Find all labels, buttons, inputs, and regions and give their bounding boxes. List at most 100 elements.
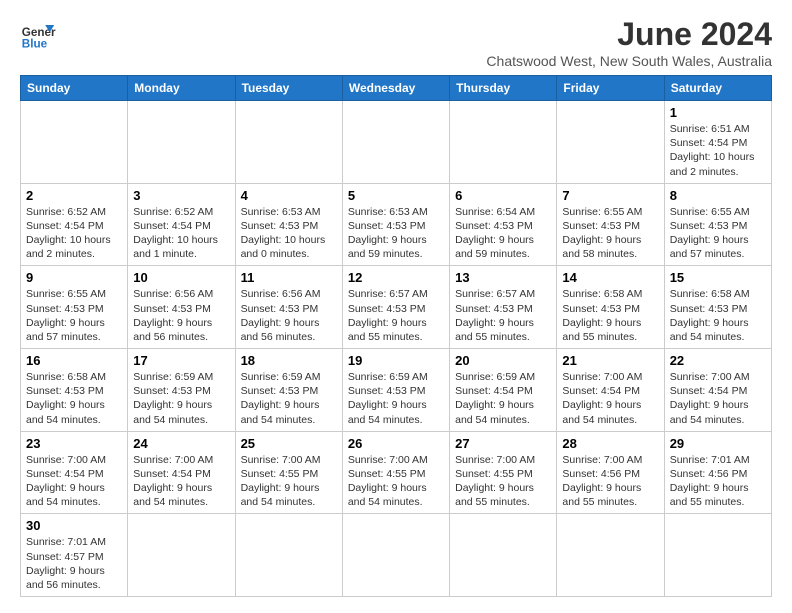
day-number: 16 [26, 353, 122, 368]
weekday-header-thursday: Thursday [450, 76, 557, 101]
day-number: 2 [26, 188, 122, 203]
day-number: 17 [133, 353, 229, 368]
calendar-cell: 7 Sunrise: 6:55 AM Sunset: 4:53 PM Daylig… [557, 183, 664, 266]
day-info: Sunrise: 6:59 AM Sunset: 4:54 PM Dayligh… [455, 370, 551, 427]
calendar-cell: 26 Sunrise: 7:00 AM Sunset: 4:55 PM Dayli… [342, 431, 449, 514]
day-info: Sunrise: 7:00 AM Sunset: 4:56 PM Dayligh… [562, 453, 658, 510]
day-info: Sunrise: 6:54 AM Sunset: 4:53 PM Dayligh… [455, 205, 551, 262]
svg-text:Blue: Blue [22, 38, 48, 51]
day-info: Sunrise: 6:53 AM Sunset: 4:53 PM Dayligh… [348, 205, 444, 262]
day-info: Sunrise: 7:01 AM Sunset: 4:56 PM Dayligh… [670, 453, 766, 510]
day-info: Sunrise: 6:58 AM Sunset: 4:53 PM Dayligh… [26, 370, 122, 427]
weekday-header-wednesday: Wednesday [342, 76, 449, 101]
calendar-cell: 28 Sunrise: 7:00 AM Sunset: 4:56 PM Dayli… [557, 431, 664, 514]
day-number: 28 [562, 436, 658, 451]
day-number: 1 [670, 105, 766, 120]
day-number: 5 [348, 188, 444, 203]
calendar-cell: 25 Sunrise: 7:00 AM Sunset: 4:55 PM Dayli… [235, 431, 342, 514]
calendar-cell: 3 Sunrise: 6:52 AM Sunset: 4:54 PM Daylig… [128, 183, 235, 266]
day-info: Sunrise: 7:00 AM Sunset: 4:55 PM Dayligh… [348, 453, 444, 510]
calendar-cell: 20 Sunrise: 6:59 AM Sunset: 4:54 PM Dayli… [450, 349, 557, 432]
title-block: June 2024 Chatswood West, New South Wale… [486, 16, 772, 69]
day-number: 4 [241, 188, 337, 203]
day-number: 20 [455, 353, 551, 368]
calendar-cell: 15 Sunrise: 6:58 AM Sunset: 4:53 PM Dayli… [664, 266, 771, 349]
day-info: Sunrise: 6:55 AM Sunset: 4:53 PM Dayligh… [670, 205, 766, 262]
week-row-2: 2 Sunrise: 6:52 AM Sunset: 4:54 PM Daylig… [21, 183, 772, 266]
calendar-cell [342, 514, 449, 597]
day-info: Sunrise: 6:59 AM Sunset: 4:53 PM Dayligh… [133, 370, 229, 427]
day-info: Sunrise: 6:52 AM Sunset: 4:54 PM Dayligh… [133, 205, 229, 262]
day-info: Sunrise: 7:00 AM Sunset: 4:55 PM Dayligh… [455, 453, 551, 510]
calendar-cell [128, 514, 235, 597]
weekday-header-friday: Friday [557, 76, 664, 101]
day-info: Sunrise: 6:53 AM Sunset: 4:53 PM Dayligh… [241, 205, 337, 262]
day-info: Sunrise: 7:01 AM Sunset: 4:57 PM Dayligh… [26, 535, 122, 592]
calendar-cell: 10 Sunrise: 6:56 AM Sunset: 4:53 PM Dayli… [128, 266, 235, 349]
week-row-4: 16 Sunrise: 6:58 AM Sunset: 4:53 PM Dayli… [21, 349, 772, 432]
week-row-6: 30 Sunrise: 7:01 AM Sunset: 4:57 PM Dayli… [21, 514, 772, 597]
day-number: 13 [455, 270, 551, 285]
day-number: 30 [26, 518, 122, 533]
calendar-cell: 21Sunrise: 7:00 AM Sunset: 4:54 PM Dayli… [557, 349, 664, 432]
calendar-cell: 12 Sunrise: 6:57 AM Sunset: 4:53 PM Dayli… [342, 266, 449, 349]
day-info: Sunrise: 7:00 AM Sunset: 4:55 PM Dayligh… [241, 453, 337, 510]
calendar-cell: 14Sunrise: 6:58 AM Sunset: 4:53 PM Dayli… [557, 266, 664, 349]
day-number: 23 [26, 436, 122, 451]
page-subtitle: Chatswood West, New South Wales, Austral… [486, 53, 772, 69]
day-info: Sunrise: 6:57 AM Sunset: 4:53 PM Dayligh… [348, 287, 444, 344]
day-info: Sunrise: 6:57 AM Sunset: 4:53 PM Dayligh… [455, 287, 551, 344]
day-number: 3 [133, 188, 229, 203]
day-info: Sunrise: 6:52 AM Sunset: 4:54 PM Dayligh… [26, 205, 122, 262]
calendar-table: SundayMondayTuesdayWednesdayThursdayFrid… [20, 75, 772, 597]
calendar-cell [664, 514, 771, 597]
calendar-cell [235, 101, 342, 184]
calendar-cell: 19Sunrise: 6:59 AM Sunset: 4:53 PM Dayli… [342, 349, 449, 432]
day-number: 7 [562, 188, 658, 203]
weekday-header-monday: Monday [128, 76, 235, 101]
calendar-cell: 6Sunrise: 6:54 AM Sunset: 4:53 PM Daylig… [450, 183, 557, 266]
day-number: 8 [670, 188, 766, 203]
day-number: 12 [348, 270, 444, 285]
calendar-body: 1 Sunrise: 6:51 AM Sunset: 4:54 PM Daylig… [21, 101, 772, 597]
day-number: 24 [133, 436, 229, 451]
day-info: Sunrise: 6:56 AM Sunset: 4:53 PM Dayligh… [133, 287, 229, 344]
calendar-cell [128, 101, 235, 184]
day-number: 14 [562, 270, 658, 285]
day-number: 29 [670, 436, 766, 451]
calendar-cell: 1 Sunrise: 6:51 AM Sunset: 4:54 PM Daylig… [664, 101, 771, 184]
day-info: Sunrise: 6:56 AM Sunset: 4:53 PM Dayligh… [241, 287, 337, 344]
week-row-3: 9Sunrise: 6:55 AM Sunset: 4:53 PM Daylig… [21, 266, 772, 349]
header: General Blue June 2024 Chatswood West, N… [20, 16, 772, 69]
day-number: 26 [348, 436, 444, 451]
weekday-header-saturday: Saturday [664, 76, 771, 101]
calendar-cell: 11Sunrise: 6:56 AM Sunset: 4:53 PM Dayli… [235, 266, 342, 349]
calendar-cell: 30 Sunrise: 7:01 AM Sunset: 4:57 PM Dayli… [21, 514, 128, 597]
day-info: Sunrise: 6:51 AM Sunset: 4:54 PM Dayligh… [670, 122, 766, 179]
logo: General Blue [20, 16, 56, 52]
weekday-header-tuesday: Tuesday [235, 76, 342, 101]
calendar-cell [21, 101, 128, 184]
calendar-cell [450, 101, 557, 184]
day-number: 18 [241, 353, 337, 368]
calendar-cell: 5 Sunrise: 6:53 AM Sunset: 4:53 PM Daylig… [342, 183, 449, 266]
calendar-cell: 23 Sunrise: 7:00 AM Sunset: 4:54 PM Dayli… [21, 431, 128, 514]
calendar-cell: 17 Sunrise: 6:59 AM Sunset: 4:53 PM Dayli… [128, 349, 235, 432]
day-info: Sunrise: 6:58 AM Sunset: 4:53 PM Dayligh… [670, 287, 766, 344]
day-info: Sunrise: 6:59 AM Sunset: 4:53 PM Dayligh… [241, 370, 337, 427]
calendar-cell [342, 101, 449, 184]
day-info: Sunrise: 7:00 AM Sunset: 4:54 PM Dayligh… [26, 453, 122, 510]
day-info: Sunrise: 7:00 AM Sunset: 4:54 PM Dayligh… [670, 370, 766, 427]
calendar-cell: 9Sunrise: 6:55 AM Sunset: 4:53 PM Daylig… [21, 266, 128, 349]
day-number: 15 [670, 270, 766, 285]
day-number: 10 [133, 270, 229, 285]
calendar-cell [235, 514, 342, 597]
page-title: June 2024 [486, 16, 772, 53]
calendar-cell: 22Sunrise: 7:00 AM Sunset: 4:54 PM Dayli… [664, 349, 771, 432]
day-number: 27 [455, 436, 551, 451]
week-row-1: 1 Sunrise: 6:51 AM Sunset: 4:54 PM Daylig… [21, 101, 772, 184]
day-info: Sunrise: 6:55 AM Sunset: 4:53 PM Dayligh… [562, 205, 658, 262]
calendar-header: SundayMondayTuesdayWednesdayThursdayFrid… [21, 76, 772, 101]
day-number: 25 [241, 436, 337, 451]
day-number: 9 [26, 270, 122, 285]
